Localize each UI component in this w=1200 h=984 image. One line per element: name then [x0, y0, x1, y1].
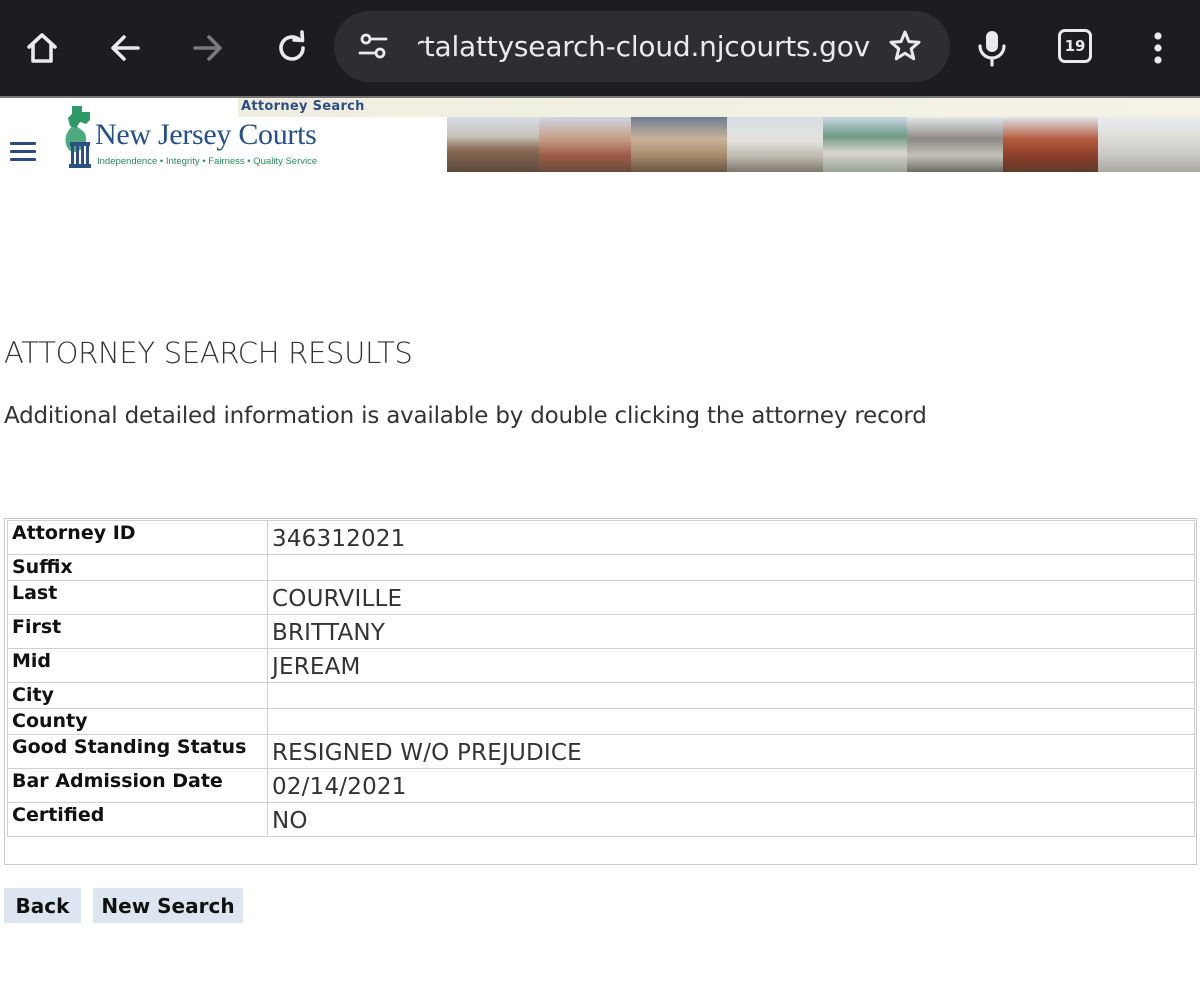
nj-courts-logo[interactable]: New Jersey Courts Independence • Integri… — [60, 104, 350, 170]
tab-switcher-icon[interactable]: 19 — [1058, 29, 1092, 63]
field-value: 02/14/2021 — [267, 768, 1195, 803]
home-button[interactable] — [12, 18, 72, 78]
field-value: NO — [267, 802, 1195, 837]
page-title: ATTORNEY SEARCH RESULTS — [4, 336, 413, 370]
reload-icon — [274, 30, 310, 66]
table-row[interactable]: Bar Admission Date 02/14/2021 — [7, 768, 1195, 803]
browser-toolbar: portalattysearch-cloud.njcourts.gov 19 — [0, 0, 1200, 96]
table-row[interactable]: Suffix — [7, 554, 1195, 581]
attorney-record-table[interactable]: Attorney ID 346312021 Suffix Last COURVI… — [4, 518, 1197, 865]
back-nav-button[interactable] — [95, 18, 155, 78]
field-value: RESIGNED W/O PREJUDICE — [267, 734, 1195, 769]
field-value — [267, 682, 1195, 709]
url-text[interactable]: portalattysearch-cloud.njcourts.gov — [418, 11, 870, 82]
table-row[interactable]: Last COURVILLE — [7, 580, 1195, 615]
header-strip: Attorney Search — [238, 98, 1200, 117]
field-value: 346312021 — [267, 520, 1195, 555]
star-icon[interactable] — [886, 27, 924, 65]
logo-tagline: Independence • Integrity • Fairness • Qu… — [97, 156, 318, 167]
field-label: Mid — [7, 648, 268, 683]
table-row[interactable]: Mid JEREAM — [7, 648, 1195, 683]
page-subtitle: Additional detailed information is avail… — [4, 403, 927, 429]
field-label: Bar Admission Date — [7, 768, 268, 803]
site-header: Attorney Search New Jersey Courts Indepe… — [0, 96, 1200, 172]
nj-state-seal-icon — [65, 106, 91, 168]
table-row[interactable]: Good Standing Status RESIGNED W/O PREJUD… — [7, 734, 1195, 769]
table-row[interactable]: Certified NO — [7, 802, 1195, 837]
field-value: BRITTANY — [267, 614, 1195, 649]
field-label: First — [7, 614, 268, 649]
logo-title: New Jersey Courts — [95, 118, 317, 151]
field-label: Last — [7, 580, 268, 615]
field-label: Good Standing Status — [7, 734, 268, 769]
field-value: COURVILLE — [267, 580, 1195, 615]
table-row[interactable]: Attorney ID 346312021 — [7, 520, 1195, 555]
field-label: Attorney ID — [7, 520, 268, 555]
hamburger-menu-icon[interactable] — [10, 142, 36, 162]
address-bar[interactable]: portalattysearch-cloud.njcourts.gov — [334, 11, 950, 82]
home-icon — [24, 30, 60, 66]
field-value: JEREAM — [267, 648, 1195, 683]
browser-menu-button[interactable] — [1128, 18, 1188, 78]
forward-nav-button[interactable] — [178, 18, 238, 78]
more-vert-icon — [1153, 31, 1163, 65]
mic-icon — [977, 29, 1007, 67]
field-label: County — [7, 708, 268, 735]
field-value — [267, 554, 1195, 581]
field-value — [267, 708, 1195, 735]
field-label: Certified — [7, 802, 268, 837]
table-row[interactable]: City — [7, 682, 1195, 709]
courthouse-photo-banner — [447, 117, 1200, 172]
back-button[interactable]: Back — [4, 888, 81, 923]
arrow-forward-icon — [191, 31, 225, 65]
field-label: Suffix — [7, 554, 268, 581]
field-label: City — [7, 682, 268, 709]
tune-icon[interactable] — [358, 31, 388, 61]
table-row[interactable]: County — [7, 708, 1195, 735]
voice-search-button[interactable] — [962, 18, 1022, 78]
reload-button[interactable] — [262, 18, 322, 78]
arrow-back-icon — [108, 31, 142, 65]
new-search-button[interactable]: New Search — [93, 888, 243, 923]
tab-count: 19 — [1064, 37, 1086, 55]
table-row[interactable]: First BRITTANY — [7, 614, 1195, 649]
